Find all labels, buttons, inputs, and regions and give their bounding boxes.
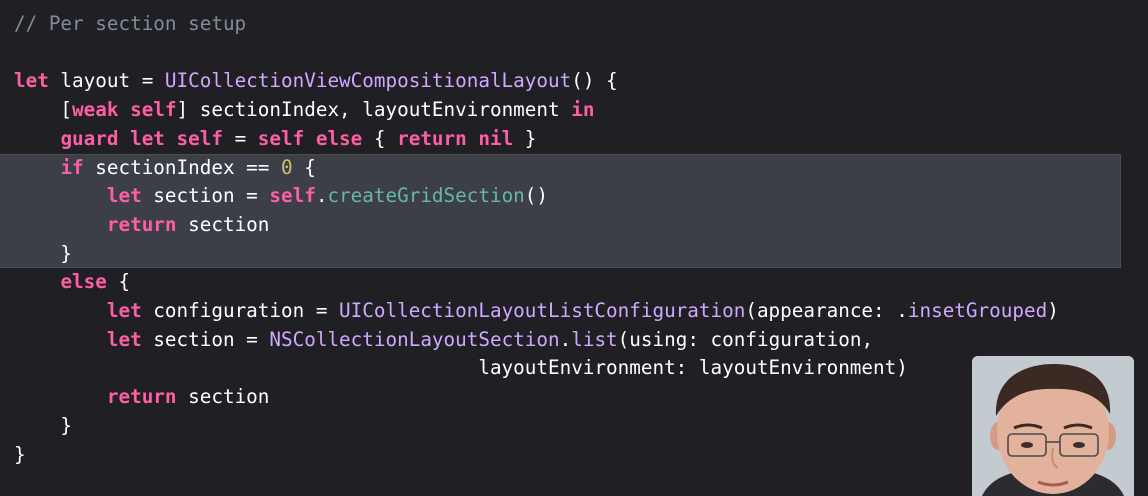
code-token: {: [106, 270, 131, 294]
code-token: sectionIndex ==: [83, 155, 281, 179]
code-token: }: [513, 126, 537, 150]
code-token: section: [176, 385, 270, 409]
code-line-3[interactable]: let layout = UICollectionViewComposition…: [14, 67, 618, 95]
code-token: () {: [571, 69, 618, 93]
presenter-webcam: [972, 356, 1134, 496]
code-token: (using: configuration,: [617, 327, 874, 351]
code-token: list: [571, 327, 618, 351]
code-line-10[interactable]: else {: [14, 268, 130, 296]
code-line-9[interactable]: }: [14, 240, 72, 268]
code-line-6[interactable]: if sectionIndex == 0 {: [14, 154, 316, 182]
code-line-14[interactable]: return section: [14, 383, 270, 411]
code-line-12[interactable]: let section = NSCollectionLayoutSection.…: [14, 326, 873, 354]
code-token: self: [176, 126, 223, 150]
code-token: else: [315, 126, 363, 150]
code-token: section =: [141, 184, 270, 208]
code-token: 0: [281, 155, 293, 179]
code-token: layout =: [48, 69, 165, 93]
code-token: if: [60, 155, 84, 179]
code-token: UICollectionLayoutListConfiguration: [339, 299, 746, 322]
code-token: let: [14, 69, 49, 93]
code-token: }: [14, 442, 26, 466]
presenter-portrait: [972, 356, 1134, 496]
code-token: guard: [60, 126, 119, 150]
code-line-5[interactable]: guard let self = self else { return nil …: [14, 125, 536, 153]
code-token: UICollectionViewCompositionalLayout: [164, 69, 572, 93]
code-token: configuration =: [141, 299, 340, 322]
code-token: return: [106, 212, 177, 236]
code-token: self: [257, 126, 305, 150]
code-token: insetGrouped: [907, 299, 1048, 322]
code-token: self: [269, 184, 316, 208]
code-line-15[interactable]: }: [14, 412, 72, 440]
code-token: =: [222, 126, 258, 150]
code-token: return: [106, 385, 177, 409]
code-token: }: [14, 413, 73, 437]
code-line-1[interactable]: // Per section setup: [14, 10, 246, 38]
code-token: NSCollectionLayoutSection: [269, 327, 560, 351]
code-token: let: [106, 184, 142, 208]
code-token: }: [14, 241, 73, 265]
code-line-16[interactable]: }: [14, 441, 26, 469]
code-token: // Per section setup: [14, 12, 247, 35]
code-token: layoutEnvironment: layoutEnvironment): [14, 356, 908, 380]
code-token: {: [362, 126, 398, 150]
code-token: in: [571, 98, 595, 122]
code-line-8[interactable]: return section: [14, 211, 270, 239]
code-token: return: [397, 126, 467, 150]
code-line-13[interactable]: layoutEnvironment: layoutEnvironment): [14, 354, 908, 382]
code-token: weak: [72, 98, 119, 122]
code-token: ): [1047, 299, 1059, 322]
code-line-7[interactable]: let section = self.createGridSection(): [14, 182, 548, 210]
code-token: [: [14, 98, 73, 122]
code-token: {: [292, 155, 316, 179]
code-token: .: [559, 327, 572, 351]
code-line-4[interactable]: [weak self] sectionIndex, layoutEnvironm…: [14, 96, 594, 124]
code-token: section: [176, 212, 270, 236]
code-token: self: [130, 98, 177, 122]
code-token: let: [106, 299, 142, 322]
code-token: section =: [141, 327, 270, 351]
code-token: nil: [478, 126, 514, 150]
code-token: createGridSection: [327, 184, 525, 208]
code-token: let: [130, 126, 165, 150]
code-token: (): [524, 184, 549, 208]
code-line-11[interactable]: let configuration = UICollectionLayoutLi…: [14, 297, 1059, 325]
code-token: .: [315, 184, 328, 208]
code-token: ] sectionIndex, layoutEnvironment: [176, 98, 572, 122]
code-token: (appearance: .: [745, 299, 908, 322]
code-editor[interactable]: // Per section setup let layout = UIColle…: [0, 0, 1148, 496]
code-token: let: [106, 327, 142, 351]
code-token: else: [60, 270, 107, 294]
